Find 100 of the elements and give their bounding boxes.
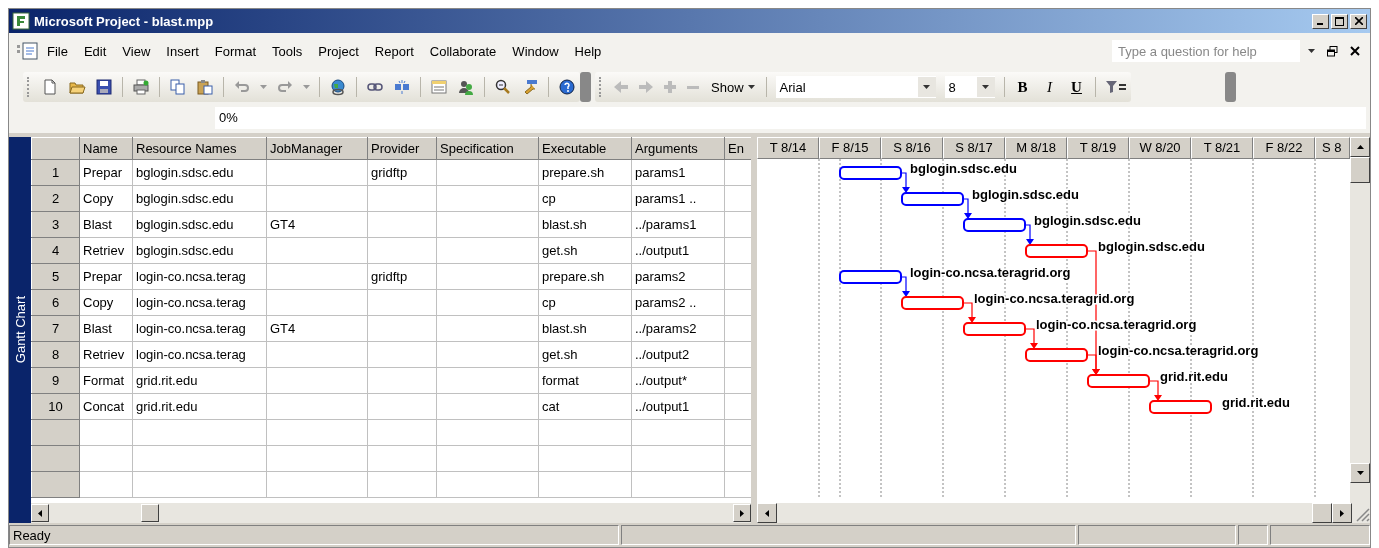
font-name-field[interactable]: Arial <box>775 76 936 98</box>
close-button[interactable] <box>1350 13 1367 29</box>
people-icon[interactable] <box>457 78 475 96</box>
view-bar-label[interactable]: Gantt Chart <box>12 296 28 364</box>
caret-icon <box>923 85 931 89</box>
left-arrow-icon <box>765 509 769 517</box>
bar-label: bglogin.sdsc.edu <box>1098 239 1205 254</box>
left-arrow-icon <box>38 509 42 517</box>
scroll-right-button[interactable] <box>733 504 751 522</box>
table-cell: ../output1 <box>631 393 725 420</box>
timescale-header: F 8/15 <box>819 137 881 159</box>
scrollbar-thumb[interactable] <box>141 504 159 522</box>
menu-item[interactable]: View <box>114 41 159 61</box>
font-size-field[interactable]: 8 <box>944 76 995 98</box>
column-header[interactable]: Specification <box>436 137 539 160</box>
show-button[interactable]: Show <box>709 79 757 95</box>
table-cell: Retriev <box>79 341 133 368</box>
row-number[interactable]: 2 <box>31 185 80 212</box>
task-bar[interactable] <box>1149 400 1212 414</box>
row-number[interactable]: 5 <box>31 263 80 290</box>
document-icon[interactable] <box>17 41 39 61</box>
toolbar-grip[interactable] <box>1224 72 1236 102</box>
table-cell: bglogin.sdsc.edu <box>132 237 267 264</box>
task-bar[interactable] <box>1025 244 1088 258</box>
maximize-button[interactable] <box>1331 13 1348 29</box>
zoom-out-icon[interactable] <box>494 78 512 96</box>
broken-link-icon[interactable] <box>393 78 411 96</box>
globe-link-icon[interactable] <box>329 78 347 96</box>
row-number[interactable]: 8 <box>31 341 80 368</box>
bar-label: login-co.ncsa.teragrid.org <box>910 265 1071 280</box>
table-cell: grid.rit.edu <box>132 367 267 394</box>
scroll-down-button[interactable] <box>1350 463 1370 483</box>
bar-label: login-co.ncsa.teragrid.org <box>1098 343 1259 358</box>
table-cell: Prepar <box>79 263 133 290</box>
column-header[interactable]: Arguments <box>631 137 725 160</box>
row-number[interactable]: 7 <box>31 315 80 342</box>
table-cell: bglogin.sdsc.edu <box>132 211 267 238</box>
scroll-left-button[interactable] <box>31 504 49 522</box>
scroll-right-button[interactable] <box>1332 503 1352 523</box>
row-number[interactable]: 1 <box>31 159 80 186</box>
help-icon[interactable] <box>558 78 576 96</box>
toolbar-grip[interactable] <box>580 72 591 102</box>
table-cell: Format <box>79 367 133 394</box>
row-number[interactable]: 4 <box>31 237 80 264</box>
underline-button[interactable]: U <box>1067 78 1086 96</box>
row-number[interactable]: 9 <box>31 367 80 394</box>
scroll-left-button[interactable] <box>757 503 777 523</box>
restore-icon[interactable] <box>1327 45 1338 57</box>
row-number[interactable]: 10 <box>31 393 80 420</box>
filter-icon[interactable] <box>1104 80 1127 94</box>
column-header[interactable]: En <box>724 137 751 160</box>
column-header[interactable]: JobManager <box>266 137 368 160</box>
menu-item[interactable]: Tools <box>264 41 311 61</box>
menu-item[interactable]: Edit <box>75 41 115 61</box>
task-bar[interactable] <box>963 322 1026 336</box>
table-cell: gridftp <box>367 159 437 186</box>
task-bar[interactable] <box>1025 348 1088 362</box>
menu-item[interactable]: Format <box>206 41 264 61</box>
table-cell: gridftp <box>367 263 437 290</box>
help-question-field[interactable]: Type a question for help <box>1112 40 1300 62</box>
entry-field[interactable]: 0% <box>215 107 1366 129</box>
menu-item[interactable]: Project <box>310 41 367 61</box>
dependency-arrow <box>901 172 910 193</box>
column-header[interactable]: Executable <box>538 137 632 160</box>
scrollbar-thumb[interactable] <box>1312 503 1332 523</box>
menu-item[interactable]: Help <box>566 41 610 61</box>
task-bar[interactable] <box>963 218 1026 232</box>
menu-item[interactable]: Collaborate <box>421 41 505 61</box>
bold-button[interactable]: B <box>1013 78 1032 96</box>
menu-item[interactable]: Report <box>366 41 422 61</box>
new-document-icon[interactable] <box>41 78 59 96</box>
menu-item[interactable]: File <box>39 41 76 61</box>
timescale-header: W 8/20 <box>1129 137 1191 159</box>
italic-button[interactable]: I <box>1040 78 1059 96</box>
menu-item[interactable]: Window <box>504 41 567 61</box>
close-icon[interactable] <box>1350 46 1360 56</box>
row-number[interactable]: 6 <box>31 289 80 316</box>
minimize-button[interactable] <box>1312 13 1329 29</box>
task-bar[interactable] <box>839 270 902 284</box>
caret-icon[interactable] <box>1308 49 1315 53</box>
scrollbar-thumb[interactable] <box>1350 157 1370 183</box>
row-number[interactable]: 3 <box>31 211 80 238</box>
save-icon[interactable] <box>95 78 113 96</box>
menu-item[interactable]: Insert <box>158 41 207 61</box>
corner-cell[interactable] <box>31 137 80 160</box>
table-cell: cp <box>538 185 632 212</box>
task-bar[interactable] <box>901 296 964 310</box>
column-header[interactable]: Provider <box>367 137 437 160</box>
copy-icon[interactable] <box>169 78 187 96</box>
column-header[interactable]: Name <box>79 137 133 160</box>
table-cell: cp <box>538 289 632 316</box>
task-bar[interactable] <box>839 166 902 180</box>
column-header[interactable]: Resource Names <box>132 137 267 160</box>
print-icon[interactable] <box>132 78 150 96</box>
task-bar[interactable] <box>901 192 964 206</box>
up-arrow-icon <box>1356 145 1364 149</box>
table-cell: Blast <box>79 211 133 238</box>
task-bar[interactable] <box>1087 374 1150 388</box>
scroll-up-button[interactable] <box>1350 137 1370 157</box>
paste-icon[interactable] <box>196 78 214 96</box>
